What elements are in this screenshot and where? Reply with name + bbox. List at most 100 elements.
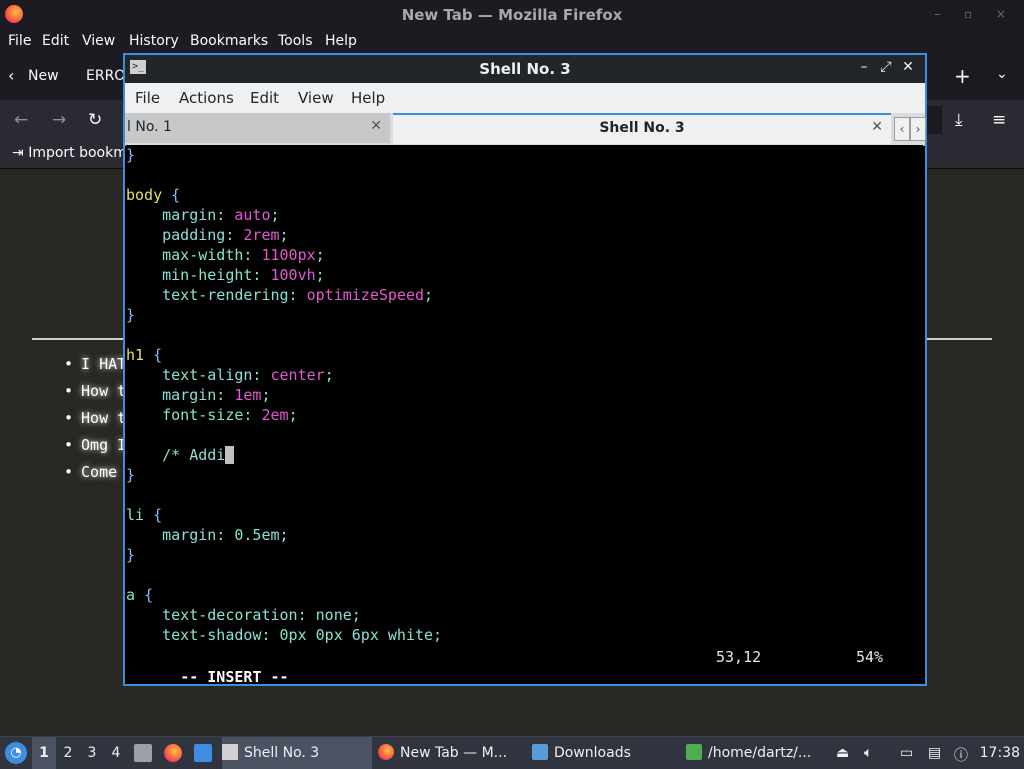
task-firefox[interactable]: New Tab — M... — [378, 737, 528, 769]
terminal-line: min-height: 100vh; — [162, 266, 325, 284]
terminal-line: text-rendering: optimizeSpeed; — [162, 286, 434, 304]
firefox-tab-error[interactable]: ERRO — [86, 68, 125, 84]
tab-scroll-right-icon[interactable]: › — [910, 117, 926, 141]
page-link-list: I HAT How t How t Omg I Come — [64, 355, 126, 490]
firefox-menu-tools[interactable]: Tools — [278, 33, 313, 49]
task-archive[interactable]: /home/dartz/... — [686, 737, 826, 769]
folder-icon — [532, 743, 548, 760]
firefox-icon — [378, 743, 394, 760]
terminal-line: } — [126, 546, 136, 564]
maximize-icon[interactable]: ⤢ — [875, 59, 897, 75]
list-item[interactable]: Come — [64, 463, 126, 490]
workspace-3[interactable]: 3 — [80, 737, 104, 769]
konsole-tab-shell-1[interactable]: l No. 1 ✕ — [125, 113, 390, 143]
terminal-line: body { — [126, 186, 181, 204]
terminal-line: margin: 1em; — [162, 386, 271, 404]
firefox-menu-history[interactable]: History — [129, 33, 179, 49]
downloads-icon[interactable]: ⤓ — [955, 110, 963, 130]
konsole-tabbar: l No. 1 ✕ Shell No. 3 ✕ ‹ › — [125, 113, 926, 146]
forward-icon[interactable]: → — [52, 110, 66, 130]
firefox-menu-view[interactable]: View — [82, 33, 115, 49]
workspace-4[interactable]: 4 — [104, 737, 128, 769]
file-manager-launcher-icon[interactable] — [134, 744, 152, 762]
terminal-line: /* Addi — [126, 445, 235, 465]
list-item[interactable]: How t — [64, 409, 126, 436]
list-tabs-icon[interactable]: ⌄ — [996, 66, 1008, 82]
terminal-area[interactable]: } body { margin: auto; padding: 2rem; ma… — [126, 145, 923, 686]
firefox-tab-new[interactable]: New — [28, 68, 59, 84]
volume-icon[interactable]: 🔈︎ — [864, 745, 872, 761]
terminal-line: text-shadow: 0px 0px 6px white; — [126, 626, 443, 644]
archive-icon — [686, 743, 702, 760]
konsole-menu-edit[interactable]: Edit — [250, 89, 279, 107]
konsole-menu-help[interactable]: Help — [351, 89, 385, 107]
update-notifier-icon[interactable]: ⓘ — [954, 745, 968, 765]
cursor-position: 53,12 — [716, 648, 762, 666]
konsole-menu-view[interactable]: View — [298, 89, 334, 107]
close-icon[interactable]: ✕ — [897, 59, 919, 75]
terminal-line: } — [126, 306, 136, 324]
konsole-menubar: File Actions Edit View Help — [125, 83, 925, 113]
hamburger-menu-icon[interactable]: ≡ — [992, 110, 1006, 130]
network-icon[interactable]: ▭ — [900, 745, 913, 761]
konsole-window-controls: – ⤢ ✕ — [853, 59, 919, 75]
desktop-launcher-icon[interactable] — [194, 744, 212, 762]
start-menu-icon[interactable]: ◔ — [5, 742, 27, 764]
konsole-titlebar: >_ Shell No. 3 – ⤢ ✕ — [125, 55, 925, 83]
terminal-line: max-width: 1100px; — [162, 246, 325, 264]
import-bookmarks-link[interactable]: ⇥ Import bookm — [12, 145, 127, 161]
terminal-icon — [222, 743, 238, 760]
terminal-line: } — [126, 146, 136, 164]
firefox-menu-bookmarks[interactable]: Bookmarks — [190, 33, 268, 49]
konsole-window: >_ Shell No. 3 – ⤢ ✕ File Actions Edit Vie… — [123, 53, 927, 686]
close-tab-icon[interactable]: ✕ — [370, 118, 382, 134]
scroll-percent: 54% — [856, 648, 884, 666]
konsole-tab-shell-3[interactable]: Shell No. 3 ✕ — [393, 113, 891, 144]
firefox-menu-help[interactable]: Help — [325, 33, 357, 49]
tab-scroll-left-icon[interactable]: ‹ — [894, 117, 910, 141]
close-tab-icon[interactable]: ✕ — [871, 119, 883, 135]
terminal-line: margin: 0.5em; — [162, 526, 289, 544]
text-cursor — [225, 446, 235, 464]
firefox-window-title: New Tab — Mozilla Firefox — [401, 6, 623, 24]
firefox-window-controls[interactable]: – ▫ × — [934, 7, 1016, 21]
terminal-line: padding: 2rem; — [162, 226, 289, 244]
firefox-menu-edit[interactable]: Edit — [42, 33, 69, 49]
terminal-line: text-decoration: none; — [126, 606, 361, 624]
tab-label: Shell No. 3 — [599, 120, 685, 136]
task-shell-no-3[interactable]: Shell No. 3 — [222, 737, 372, 769]
tab-label: l No. 1 — [127, 119, 172, 135]
terminal-line: a { — [126, 586, 154, 604]
konsole-menu-actions[interactable]: Actions — [179, 89, 234, 107]
list-item[interactable]: Omg I — [64, 436, 126, 463]
new-tab-icon[interactable]: + — [954, 64, 971, 88]
firefox-titlebar: New Tab — Mozilla Firefox – ▫ × — [0, 0, 1024, 30]
terminal-line: li { — [126, 506, 163, 524]
terminal-line: h1 { — [126, 346, 163, 364]
import-icon: ⇥ — [12, 145, 24, 161]
task-downloads[interactable]: Downloads — [532, 737, 682, 769]
firefox-launcher-icon[interactable] — [164, 744, 182, 762]
terminal-line: text-align: center; — [162, 366, 334, 384]
vim-mode-indicator: -- INSERT -- — [180, 668, 289, 686]
reload-icon[interactable]: ↻ — [88, 110, 102, 130]
terminal-line: font-size: 2em; — [162, 406, 298, 424]
minimize-icon[interactable]: – — [853, 59, 875, 75]
terminal-line: } — [126, 466, 136, 484]
workspace-1[interactable]: 1 — [32, 737, 56, 769]
clipboard-icon[interactable]: ▤ — [928, 745, 941, 761]
vim-status-line: -- INSERT -- 53,12 54% — [126, 647, 923, 686]
clock[interactable]: 17:38 — [980, 737, 1020, 769]
workspace-2[interactable]: 2 — [56, 737, 80, 769]
firefox-menu-file[interactable]: File — [8, 33, 31, 49]
tab-scroll-left-icon[interactable]: ‹ — [8, 66, 14, 85]
list-item[interactable]: How t — [64, 382, 126, 409]
firefox-menubar: File Edit View History Bookmarks Tools H… — [0, 30, 1024, 54]
terminal-line: margin: auto; — [162, 206, 280, 224]
list-item[interactable]: I HAT — [64, 355, 126, 382]
konsole-window-title: Shell No. 3 — [479, 60, 571, 78]
taskbar: ◔ 1 2 3 4 Shell No. 3 New Tab — M... Dow… — [0, 736, 1024, 769]
back-icon[interactable]: ← — [14, 110, 28, 130]
konsole-menu-file[interactable]: File — [135, 89, 160, 107]
eject-icon[interactable]: ⏏ — [836, 745, 849, 761]
